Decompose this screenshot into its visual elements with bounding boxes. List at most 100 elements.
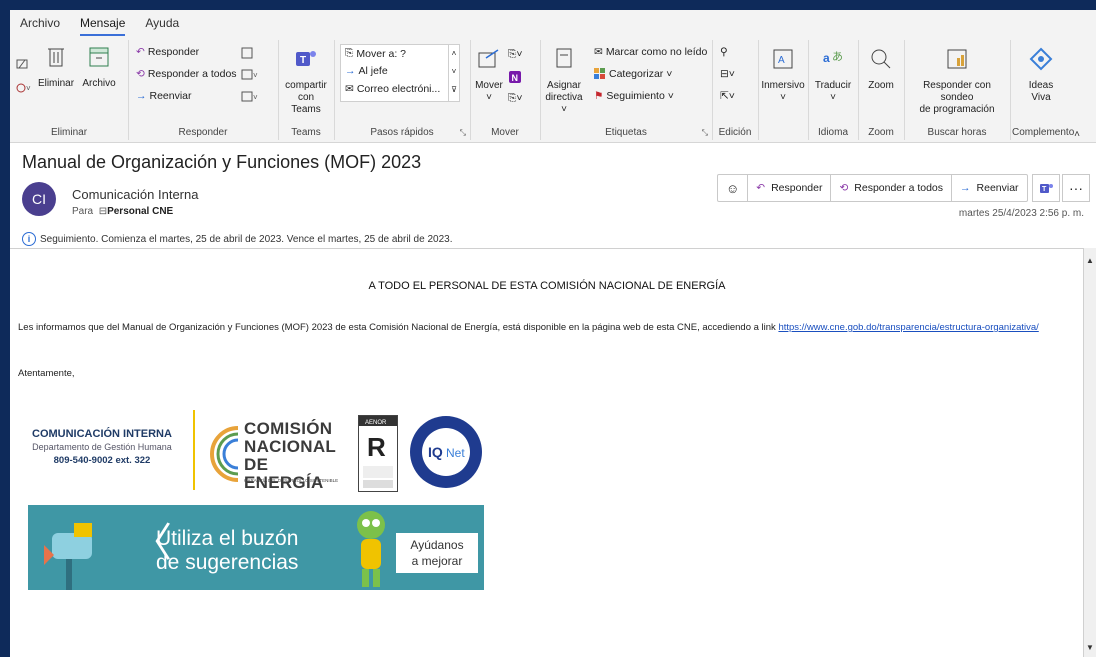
more-reply-button[interactable]: ˅ [240,90,260,104]
cleanup-icon[interactable]: ˅ [16,82,32,94]
move-folder-icon [478,49,499,68]
search-icon: ⚲ [720,46,728,58]
group-label-zoom: Zoom [868,127,894,138]
scheduling-poll-button[interactable]: Responder con sondeo de programación [906,46,1008,116]
svg-text:あ: あ [832,50,843,63]
message-action-bar: ☺ ↶ Responder ⟲ Responder a todos → Reenvia… [717,174,1028,202]
info-icon: i [22,232,36,246]
group-icon: ⊟ [98,206,108,217]
reply-all-ribbon-button[interactable]: ⟲ Responder a todos [136,68,237,80]
group-label-buscar: Buscar horas [927,127,987,138]
immersive-reader-button[interactable]: A Inmersivo ˅ [760,46,806,104]
quick-step-move[interactable]: ⎘ Mover a: ? [345,47,406,60]
arrow-right-icon: → [345,65,356,77]
group-edicion: ⚲ ⊟˅ ⇱˅ Edición [712,40,759,140]
policy-icon [556,48,572,68]
reply-ribbon-button[interactable]: ↶ Responder [136,46,199,58]
teams-icon: T [1040,184,1053,193]
group-buscar-horas: Responder con sondeo de programación Bus… [904,40,1011,140]
dialog-launcher-icon[interactable]: ⤡ [460,128,466,138]
onenote-icon: N [509,71,521,83]
group-label-etiquetas: Etiquetas [605,127,647,138]
group-teams: T compartir con Teams Teams [278,40,335,140]
forward-button[interactable]: → Reenviar [952,175,1027,201]
meeting-reply-button[interactable] [240,46,254,60]
avatar[interactable]: CI [22,182,56,216]
category-icon [594,68,605,79]
actions-icon: ⎘˅ [508,92,523,104]
suggestion-box-banner[interactable]: 〈 Utiliza el buzón de sugerencias Ayúdan… [28,505,484,590]
cne-emblem-icon [210,426,239,482]
share-teams-button[interactable]: T compartir con Teams [282,46,330,116]
followup-button[interactable]: ⚑ Seguimiento ˅ [594,90,674,102]
categorize-button[interactable]: Categorizar ˅ [594,68,672,80]
quick-step-email[interactable]: ✉ Correo electróni... [345,83,440,95]
zoom-button[interactable]: Zoom [860,46,902,92]
teams-share-button[interactable]: T [1032,174,1060,202]
group-label-teams: Teams [291,127,321,138]
recipient-name[interactable]: Personal CNE [107,206,173,217]
delete-button[interactable]: Eliminar [34,44,78,90]
tab-archivo[interactable]: Archivo [10,16,70,36]
svg-text:Net: Net [446,446,465,460]
viva-insights-button[interactable]: Ideas Viva [1016,46,1066,104]
calendar-icon [241,47,253,59]
collapse-ribbon-icon[interactable]: ˄ [1074,129,1080,140]
immersive-reader-icon: A [773,49,793,69]
svg-text:T: T [300,55,306,66]
more-actions-button[interactable]: ··· [1062,174,1090,202]
vertical-scrollbar[interactable]: ▲ ▼ [1083,248,1096,657]
rules-button[interactable]: ⎘˅ [508,48,523,61]
reply-all-icon: ⟲ [136,68,145,80]
svg-text:R: R [367,432,386,462]
translate-icon: aあ [823,50,843,65]
tab-ayuda[interactable]: Ayuda [135,16,189,36]
group-responder: ↶ Responder ⟲ Responder a todos → Reenviar … [128,40,279,140]
scroll-up-icon: ▲ [1086,256,1094,265]
tab-mensaje[interactable]: Mensaje [70,16,135,36]
quick-step-boss[interactable]: → Al jefe [345,65,388,77]
teams-icon: T [296,51,316,66]
find-button[interactable]: ⚲ [720,46,728,58]
recipient-line: Para ⊟Personal CNE [72,206,174,217]
im-reply-button[interactable]: ˅ [240,68,260,82]
group-mover: Mover ˅ ⎘˅ N ⎘˅ Mover [470,40,541,140]
sender-name[interactable]: Comunicación Interna [72,187,198,202]
cursor-icon: ⇱˅ [720,90,735,102]
svg-text:˅: ˅ [253,71,258,80]
archive-button[interactable]: Archivo [76,44,122,90]
quick-steps-scroll[interactable]: ˄ ˅ ⊽ [448,44,460,102]
related-button[interactable]: ⊟˅ [720,68,735,80]
forward-ribbon-button[interactable]: → Reenviar [136,90,192,102]
aenor-certification-logo: AENOR R [358,415,398,492]
signature-comunicacion-interna: COMUNICACIÓN INTERNA Departamento de Ges… [32,428,172,466]
reply-button[interactable]: ↶ Responder [748,175,832,201]
emoji-reaction-button[interactable]: ☺ [718,175,749,201]
group-label-idioma: Idioma [817,127,848,138]
dialog-launcher-icon[interactable]: ⤡ [702,128,708,138]
translate-button[interactable]: aあ Traducir ˅ [810,46,856,104]
move-button[interactable]: Mover ˅ [474,46,504,104]
onenote-button[interactable]: N [508,70,522,84]
flag-icon: ⚑ [594,90,604,102]
select-button[interactable]: ⇱˅ [720,90,735,102]
ignore-icon[interactable] [16,58,28,70]
group-eliminar: ˅ Eliminar Archivo Eliminar [10,40,129,140]
reply-all-button[interactable]: ⟲ Responder a todos [831,175,953,201]
forward-icon: → [960,182,971,194]
structure-link[interactable]: https://www.cne.gob.do/transparencia/est… [778,322,1038,333]
scheduling-poll-icon [947,49,967,69]
menu-bar: Archivo Mensaje Ayuda [10,10,1096,36]
outlook-window: Archivo Mensaje Ayuda ˅ Eliminar Archivo… [10,10,1096,657]
assign-policy-button[interactable]: Asignar directiva ˅ [542,46,586,116]
svg-text:a: a [823,51,830,65]
mailbox-icon [44,523,92,590]
forward-icon: → [136,90,147,102]
actions-button[interactable]: ⎘˅ [508,92,523,105]
body-headline: A TODO EL PERSONAL DE ESTA COMISIÓN NACI… [368,280,726,292]
group-complemento: Ideas Viva Complemento ˄ [1010,40,1082,140]
svg-text:AENOR: AENOR [365,420,387,426]
mark-unread-button[interactable]: ✉ Marcar como no leído [594,46,707,58]
group-label-responder: Responder [178,127,228,138]
banner-cta: Ayúdanos a mejorar [396,533,478,573]
